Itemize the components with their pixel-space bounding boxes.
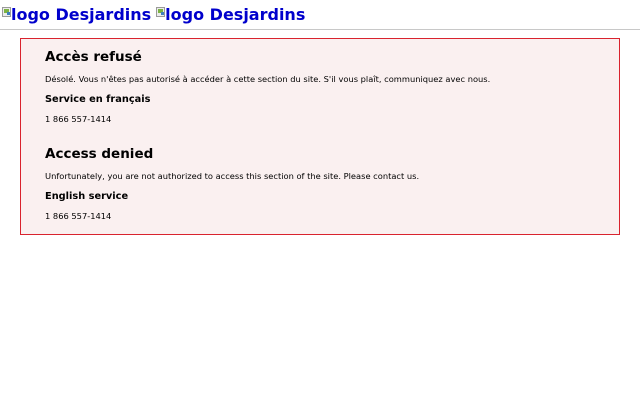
logo-link[interactable]: logo Desjardins: [2, 6, 151, 24]
english-phone: 1 866 557-1414: [45, 211, 112, 221]
logo-link[interactable]: logo Desjardins: [156, 6, 305, 24]
french-service-label: Service en français: [45, 94, 151, 105]
broken-image-icon: [2, 7, 11, 17]
french-message: Désolé. Vous n'êtes pas autorisé à accéd…: [45, 74, 491, 84]
logo-alt-text: logo Desjardins: [165, 5, 306, 24]
english-section: Access denied Unfortunately, you are not…: [45, 146, 619, 221]
french-section: Accès refusé Désolé. Vous n'êtes pas aut…: [45, 49, 619, 124]
logo-alt-text: logo Desjardins: [11, 5, 152, 24]
french-title: Accès refusé: [45, 49, 142, 65]
english-message: Unfortunately, you are not authorized to…: [45, 171, 420, 181]
broken-image-icon: [156, 7, 166, 17]
access-denied-alert: Accès refusé Désolé. Vous n'êtes pas aut…: [20, 38, 620, 235]
english-title: Access denied: [45, 146, 154, 162]
site-header: logo Desjardins logo Desjardins: [0, 0, 640, 30]
french-phone: 1 866 557-1414: [45, 114, 112, 124]
english-service-label: English service: [45, 191, 129, 202]
